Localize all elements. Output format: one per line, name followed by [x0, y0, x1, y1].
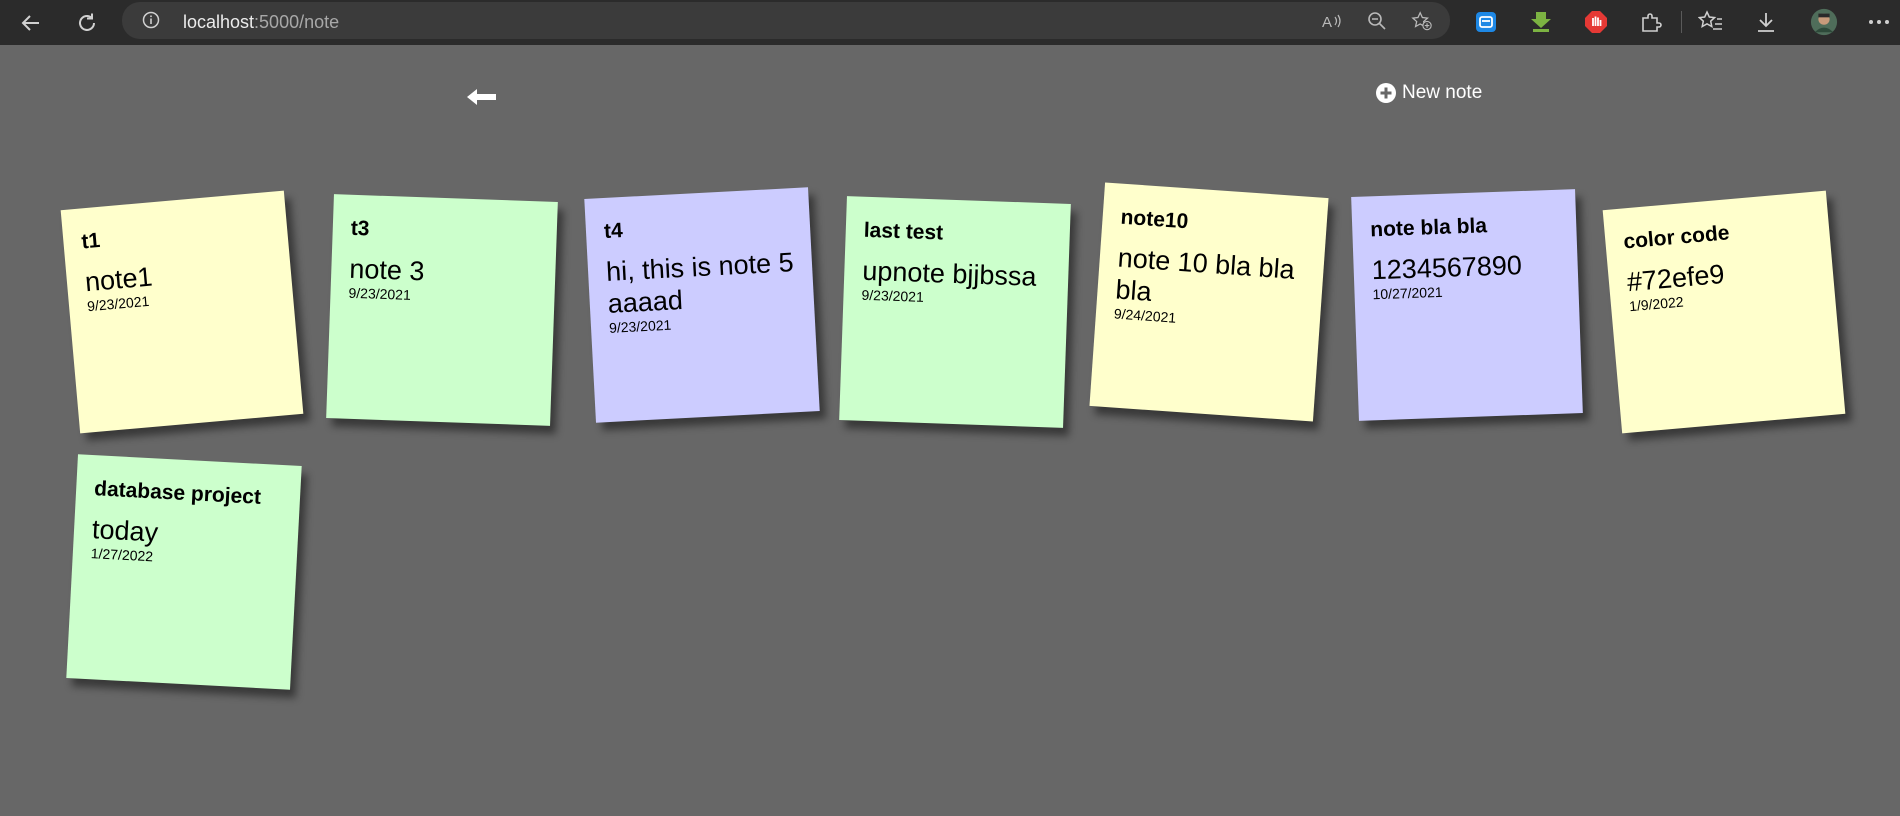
ghostery-extension-icon[interactable]: [1472, 8, 1500, 36]
note-title: note bla bla: [1369, 214, 1488, 242]
note-card[interactable]: t1 note1 9/23/2021: [60, 190, 304, 434]
note-title: t4: [603, 219, 624, 244]
note-card[interactable]: database project today 1/27/2022: [66, 454, 302, 690]
address-bar[interactable]: localhost:5000/note A: [122, 2, 1450, 39]
note-card[interactable]: t4 hi, this is note 5 aaaad 9/23/2021: [584, 187, 820, 423]
more-icon[interactable]: [1865, 8, 1893, 36]
add-favorite-icon[interactable]: [1411, 11, 1433, 31]
url-path: :5000/note: [254, 12, 340, 32]
puzzle-icon[interactable]: [1637, 8, 1665, 36]
toolbar-divider: [1681, 11, 1682, 33]
note-card[interactable]: color code #72efe9 1/9/2022: [1602, 190, 1846, 434]
favorites-icon[interactable]: [1697, 8, 1725, 36]
info-icon[interactable]: [142, 11, 160, 29]
note-title: note10: [1119, 205, 1190, 234]
new-note-button[interactable]: New note: [1376, 80, 1482, 106]
url-text[interactable]: localhost:5000/note: [183, 12, 339, 33]
new-note-label: New note: [1402, 82, 1483, 103]
download-icon[interactable]: [1752, 8, 1780, 36]
note-title: color code: [1622, 221, 1731, 254]
browser-toolbar: localhost:5000/note A: [0, 0, 1900, 45]
plus-circle-icon: [1376, 83, 1396, 103]
note-card[interactable]: note10 note 10 bla bla bla 9/24/2021: [1089, 182, 1329, 422]
download-manager-extension-icon[interactable]: [1527, 8, 1555, 36]
zoom-out-icon[interactable]: [1366, 11, 1388, 31]
reload-button[interactable]: [72, 8, 102, 38]
profile-avatar[interactable]: [1810, 8, 1838, 36]
note-content: hi, this is note 5 aaaad: [605, 247, 795, 319]
read-aloud-icon[interactable]: A: [1322, 11, 1344, 31]
arrow-left-icon: [21, 15, 39, 31]
note-title: database project: [93, 477, 262, 509]
note-title: last test: [863, 218, 944, 245]
back-arrow-icon[interactable]: [465, 84, 499, 110]
note-card[interactable]: note bla bla 1234567890 10/27/2021: [1351, 189, 1583, 421]
browser-back-button[interactable]: [16, 8, 46, 38]
url-host: localhost: [183, 12, 255, 32]
note-card[interactable]: t3 note 3 9/23/2021: [326, 194, 558, 426]
note-title: t1: [80, 228, 102, 254]
svg-text:A: A: [1322, 14, 1332, 30]
adblock-extension-icon[interactable]: [1582, 8, 1610, 36]
note-card[interactable]: last test upnote bjjbssa 9/23/2021: [839, 196, 1071, 428]
note-title: t3: [350, 216, 370, 241]
reload-icon: [79, 13, 95, 31]
